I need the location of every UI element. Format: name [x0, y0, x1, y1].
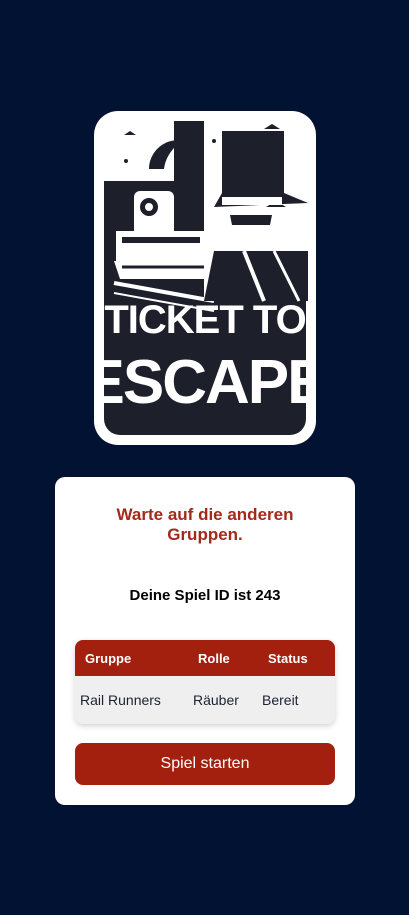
table-row: Rail Runners Räuber Bereit — [75, 676, 335, 724]
waiting-card: Warte auf die anderen Gruppen. Deine Spi… — [55, 477, 355, 805]
ticket-to-escape-logo: TICKET TO ESCAPE — [84, 111, 328, 445]
column-header-rolle: Rolle — [198, 650, 230, 666]
logo-title-line1: TICKET TO — [104, 298, 305, 342]
role-cell: Räuber — [193, 692, 239, 708]
logo-title-line2: ESCAPE — [94, 348, 316, 417]
waiting-message: Warte auf die anderen Gruppen. — [75, 505, 335, 545]
group-name-cell: Rail Runners — [80, 692, 161, 708]
waiting-message-line2: Gruppen. — [167, 525, 243, 544]
column-header-gruppe: Gruppe — [85, 650, 132, 666]
groups-table: Gruppe Rolle Status Rail Runners Räuber … — [75, 640, 335, 724]
app-screen: TICKET TO ESCAPE Warte auf die anderen G… — [0, 0, 409, 915]
start-game-button[interactable]: Spiel starten — [75, 743, 335, 785]
waiting-message-line1: Warte auf die anderen — [116, 505, 294, 524]
game-id-text: Deine Spiel ID ist 243 — [129, 587, 281, 604]
table-header: Gruppe Rolle Status — [75, 640, 335, 676]
status-cell: Bereit — [262, 692, 299, 708]
column-header-status: Status — [268, 650, 308, 666]
